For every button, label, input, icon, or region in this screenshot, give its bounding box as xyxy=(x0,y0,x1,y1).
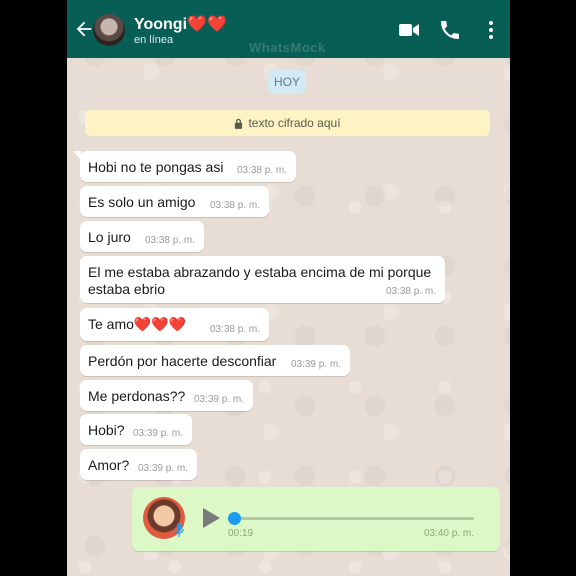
voice-progress-track[interactable] xyxy=(234,517,474,520)
more-options-icon[interactable] xyxy=(479,18,503,42)
play-icon[interactable] xyxy=(201,507,221,529)
voice-note-bubble[interactable]: 00:19 03:40 p. m. xyxy=(132,487,500,551)
message-bubble[interactable]: Lo juro 03:38 p. m. xyxy=(80,221,204,252)
microphone-icon xyxy=(174,523,184,537)
message-bubble[interactable]: Perdón por hacerte desconfiar 03:39 p. m… xyxy=(80,345,350,376)
message-bubble[interactable]: Amor? 03:39 p. m. xyxy=(80,449,197,480)
message-text: Es solo un amigo xyxy=(88,194,196,210)
contact-status: en línea xyxy=(134,34,174,46)
message-time: 03:38 p. m. xyxy=(209,324,260,335)
encryption-notice[interactable]: texto cifrado aquí xyxy=(85,110,490,136)
message-time: 03:38 p. m. xyxy=(144,235,195,246)
voice-duration: 00:19 xyxy=(228,528,254,539)
message-text: Me perdonas?? xyxy=(88,388,186,404)
message-time: 03:38 p. m. xyxy=(385,286,436,297)
message-time: 03:39 p. m. xyxy=(193,394,244,405)
message-bubble[interactable]: Hobi no te pongas asi 03:38 p. m. xyxy=(73,151,296,182)
message-text: Lo juro xyxy=(88,229,131,245)
message-text: Hobi? xyxy=(88,422,125,438)
message-bubble[interactable]: Es solo un amigo 03:38 p. m. xyxy=(80,186,269,217)
message-time: 03:39 p. m. xyxy=(132,428,183,439)
video-call-icon[interactable] xyxy=(397,18,421,42)
phone-call-icon[interactable] xyxy=(438,18,462,42)
message-time: 03:38 p. m. xyxy=(209,200,260,211)
voice-time: 03:40 p. m. xyxy=(423,528,474,539)
chat-header: Yoongi❤️❤️ en línea WhatsMock xyxy=(67,0,510,58)
message-bubble[interactable]: Me perdonas?? 03:39 p. m. xyxy=(80,380,253,411)
encryption-text: texto cifrado aquí xyxy=(248,116,341,130)
date-chip: HOY xyxy=(268,70,306,94)
voice-progress-knob[interactable] xyxy=(228,512,241,525)
message-time: 03:39 p. m. xyxy=(290,359,341,370)
contact-name[interactable]: Yoongi❤️❤️ xyxy=(134,14,227,34)
message-bubble[interactable]: Hobi? 03:39 p. m. xyxy=(80,414,192,445)
lock-icon xyxy=(235,118,243,129)
message-text: Perdón por hacerte desconfiar xyxy=(88,353,277,369)
message-text: Hobi no te pongas asi xyxy=(88,159,224,175)
message-time: 03:38 p. m. xyxy=(236,165,287,176)
watermark: WhatsMock xyxy=(249,40,326,55)
message-bubble[interactable]: Te amo❤️❤️❤️ 03:38 p. m. xyxy=(80,308,269,341)
message-bubble[interactable]: El me estaba abrazando y estaba encima d… xyxy=(80,256,445,303)
message-text: Te amo❤️❤️❤️ xyxy=(88,316,187,332)
message-text: Amor? xyxy=(88,457,130,473)
message-time: 03:39 p. m. xyxy=(137,463,188,474)
contact-avatar[interactable] xyxy=(93,14,125,46)
chat-screen: Yoongi❤️❤️ en línea WhatsMock HOY texto … xyxy=(67,0,510,576)
back-arrow-icon[interactable] xyxy=(73,18,95,40)
